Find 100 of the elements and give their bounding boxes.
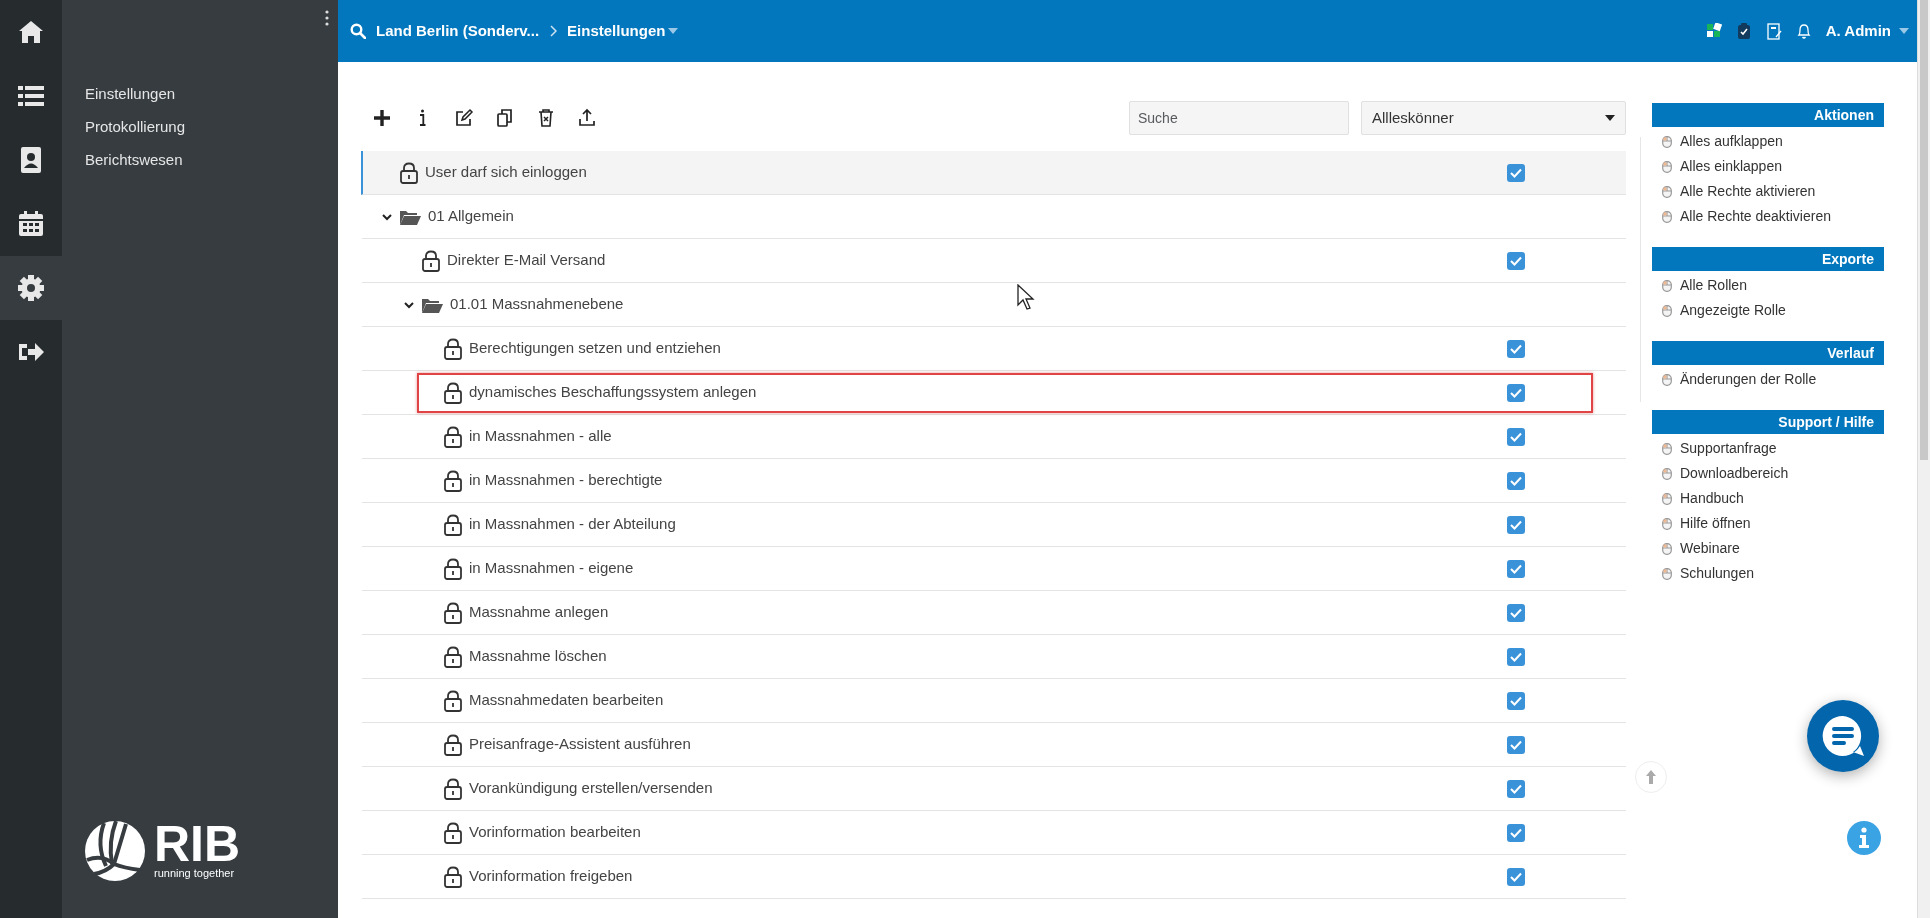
checkbox[interactable] xyxy=(1507,515,1525,534)
section-header: Exporte xyxy=(1652,247,1884,271)
tree-row[interactable]: Berechtigungen setzen und entziehen xyxy=(361,327,1626,371)
tree-label: in Massnahmen - alle xyxy=(469,426,612,447)
notebook-icon[interactable] xyxy=(1765,22,1782,40)
scrollbar[interactable] xyxy=(1917,0,1930,918)
tree-label: 01.01 Massnahmenebene xyxy=(450,294,624,315)
chat-button[interactable] xyxy=(1807,700,1879,772)
apps-icon[interactable] xyxy=(1705,22,1722,40)
lock-icon xyxy=(421,249,441,272)
lock-icon xyxy=(443,381,463,404)
checkbox[interactable] xyxy=(1507,779,1525,798)
search-field[interactable]: Suche xyxy=(1129,101,1349,135)
checkbox[interactable] xyxy=(1507,647,1525,666)
checkbox[interactable] xyxy=(1507,603,1525,622)
tree-row[interactable]: Massnahme anlegen xyxy=(361,591,1626,635)
clipboard-icon[interactable] xyxy=(1735,22,1752,40)
sidebar-link[interactable]: Protokollierung xyxy=(62,110,338,143)
tree-label: Vorinformation freigeben xyxy=(469,866,633,887)
tree-row[interactable]: in Massnahmen - der Abteilung xyxy=(361,503,1626,547)
panel-link[interactable]: Angezeigte Rolle xyxy=(1652,298,1884,323)
panel-link[interactable]: Alle Rechte deaktivieren xyxy=(1652,204,1884,229)
breadcrumb-link[interactable]: Land Berlin (Sonderv... xyxy=(376,19,540,43)
mouse-icon xyxy=(1662,492,1672,505)
sidebar-link[interactable]: Einstellungen xyxy=(62,77,338,110)
copy-icon xyxy=(494,108,515,128)
edit-icon xyxy=(453,108,474,128)
checkbox[interactable] xyxy=(1507,867,1525,886)
tree-row[interactable]: Vorankündigung erstellen/versenden xyxy=(361,767,1626,811)
checkbox[interactable] xyxy=(1507,427,1525,446)
plus-icon xyxy=(371,108,392,128)
tree-row[interactable]: Vorinformation freigeben xyxy=(361,855,1626,899)
tree-label: Massnahme anlegen xyxy=(469,602,609,623)
search-icon[interactable] xyxy=(350,23,366,39)
tree-row[interactable]: Vorinformation bearbeiten xyxy=(361,811,1626,855)
mouse-icon xyxy=(1662,160,1672,173)
role-select[interactable]: Allleskönner xyxy=(1361,101,1626,135)
tree-label: Massnahme löschen xyxy=(469,646,607,667)
checkbox[interactable] xyxy=(1507,471,1525,490)
home-icon xyxy=(17,18,45,46)
tree-row[interactable]: Preisanfrage-Assistent ausführen xyxy=(361,723,1626,767)
checkbox[interactable] xyxy=(1507,559,1525,578)
info-icon xyxy=(1857,827,1871,849)
kebab-menu-icon[interactable] xyxy=(324,10,330,26)
panel-link[interactable]: Hilfe öffnen xyxy=(1652,511,1884,536)
lock-icon xyxy=(443,425,463,448)
chat-bubble-icon xyxy=(1820,713,1866,759)
panel-link[interactable]: Schulungen xyxy=(1652,561,1884,586)
tree-row[interactable]: Massnahmedaten bearbeiten xyxy=(361,679,1626,723)
tree-row[interactable]: Direkter E-Mail Versand xyxy=(361,239,1626,283)
tree-row[interactable]: Massnahme löschen xyxy=(361,635,1626,679)
chevron-right-icon xyxy=(549,25,558,37)
checkbox[interactable] xyxy=(1507,339,1525,358)
checkbox[interactable] xyxy=(1507,735,1525,754)
panel-link[interactable]: Alles aufklappen xyxy=(1652,129,1884,154)
lock-icon xyxy=(399,161,419,184)
caret-icon xyxy=(1605,115,1615,121)
user-menu[interactable]: A. Admin xyxy=(1825,19,1891,43)
bell-icon[interactable] xyxy=(1795,22,1812,40)
info-icon xyxy=(419,109,426,127)
panel-link[interactable]: Alle Rechte aktivieren xyxy=(1652,179,1884,204)
checkbox[interactable] xyxy=(1507,691,1525,710)
tree-label: in Massnahmen - eigene xyxy=(469,558,634,579)
tree-row[interactable]: 01 Allgemein xyxy=(361,195,1626,239)
panel-link[interactable]: Downloadbereich xyxy=(1652,461,1884,486)
tree-label: dynamisches Beschaffungssystem anlegen xyxy=(469,382,757,403)
tree-label: Vorinformation bearbeiten xyxy=(469,822,641,843)
tree-label: Direkter E-Mail Versand xyxy=(447,250,606,271)
tree-label: Vorankündigung erstellen/versenden xyxy=(469,778,713,799)
tree-row[interactable]: in Massnahmen - alle xyxy=(361,415,1626,459)
mouse-icon xyxy=(1662,567,1672,580)
sidebar-link[interactable]: Berichtswesen xyxy=(62,143,338,176)
section-header: Support / Hilfe xyxy=(1652,410,1884,434)
panel-link[interactable]: Handbuch xyxy=(1652,486,1884,511)
checkbox[interactable] xyxy=(1507,251,1525,270)
tree-row[interactable]: User darf sich einloggen xyxy=(361,151,1626,195)
tree-label: in Massnahmen - berechtigte xyxy=(469,470,663,491)
lock-icon xyxy=(443,557,463,580)
panel-link[interactable]: Supportanfrage xyxy=(1652,436,1884,461)
breadcrumb-link[interactable]: Einstellungen xyxy=(567,19,666,43)
panel-link[interactable]: Webinare xyxy=(1652,536,1884,561)
panel-link[interactable]: Änderungen der Rolle xyxy=(1652,367,1884,392)
tree-label: Berechtigungen setzen und entziehen xyxy=(469,338,721,359)
checkbox[interactable] xyxy=(1507,823,1525,842)
panel-link[interactable]: Alle Rollen xyxy=(1652,273,1884,298)
caret-icon[interactable] xyxy=(668,28,679,34)
mouse-icon xyxy=(1662,279,1672,292)
caret-icon[interactable] xyxy=(1899,28,1909,34)
mouse-icon xyxy=(1662,542,1672,555)
lock-icon xyxy=(443,689,463,712)
checkbox[interactable] xyxy=(1507,383,1525,402)
tree-row[interactable]: in Massnahmen - eigene xyxy=(361,547,1626,591)
calendar-icon xyxy=(17,210,45,238)
mouse-pointer-icon xyxy=(1017,284,1035,310)
checkbox[interactable] xyxy=(1507,163,1525,182)
tree-row[interactable]: in Massnahmen - berechtigte xyxy=(361,459,1626,503)
panel-link[interactable]: Alles einklappen xyxy=(1652,154,1884,179)
scrollbar-thumb[interactable] xyxy=(1920,0,1928,460)
tree-row[interactable]: dynamisches Beschaffungssystem anlegen xyxy=(361,371,1626,415)
mouse-icon xyxy=(1662,185,1672,198)
